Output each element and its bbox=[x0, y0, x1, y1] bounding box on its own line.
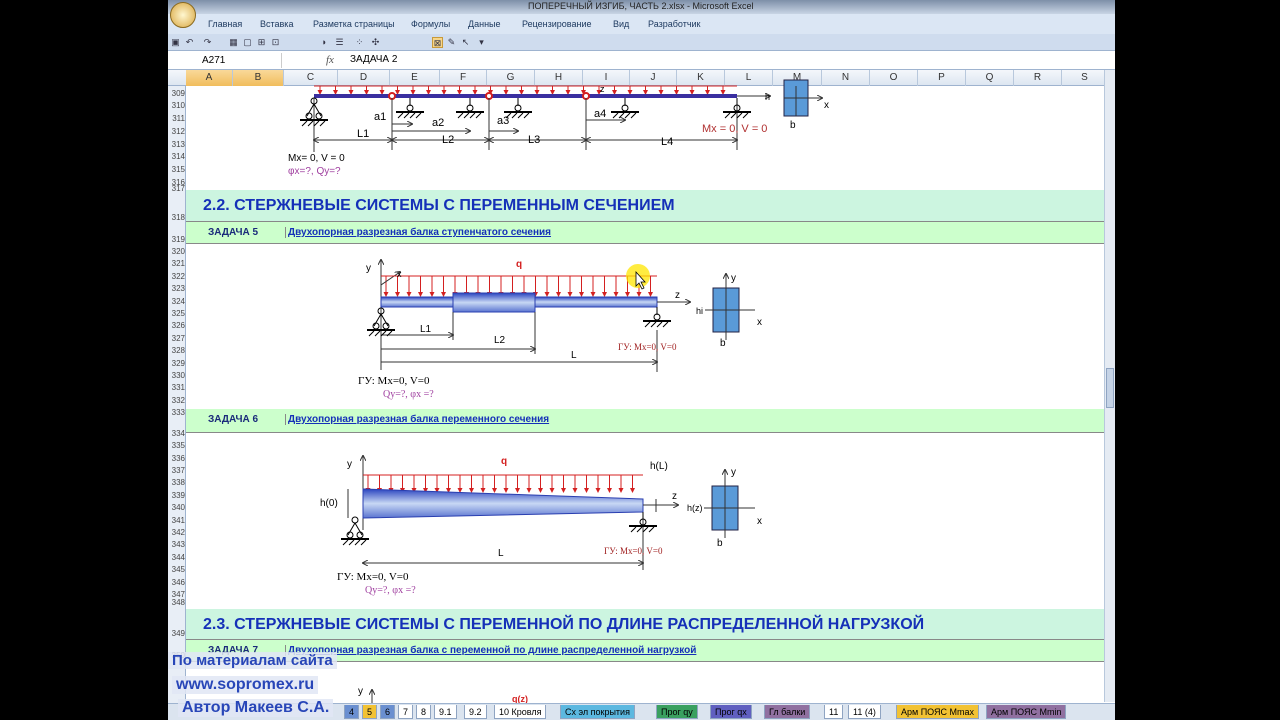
sheet-tab[interactable]: 8 bbox=[416, 705, 432, 719]
label-L: L bbox=[571, 350, 577, 361]
label-hi: hi bbox=[696, 306, 703, 316]
bc-left: ГУ: Mx=0, V=0 bbox=[337, 571, 409, 583]
sheet-tab[interactable]: 6 bbox=[380, 705, 396, 719]
label-x: x bbox=[824, 100, 829, 111]
unknowns: φx=?, Qy=? bbox=[288, 166, 341, 177]
label-L1: L1 bbox=[420, 324, 432, 335]
diagram-stepped-beam: q y x z L1 L2 L ГУ: Mx=0, V=0 ГУ: Mx=0, … bbox=[358, 259, 762, 400]
label-L1: L1 bbox=[357, 128, 369, 140]
label-z: z bbox=[600, 84, 605, 94]
sheet-tab[interactable]: Прог qy bbox=[656, 705, 698, 719]
roller-support bbox=[643, 307, 671, 328]
beam bbox=[314, 94, 737, 98]
bc-left: ГУ: Mx=0, V=0 bbox=[358, 375, 430, 387]
label-hL: h(L) bbox=[650, 461, 668, 472]
label-a2: a2 bbox=[432, 117, 444, 129]
watermark-line: По материалам сайта bbox=[168, 652, 337, 669]
label-y: y bbox=[347, 459, 352, 470]
roller-support bbox=[456, 98, 484, 119]
label-y: y bbox=[366, 263, 371, 274]
watermark-line: www.sopromex.ru bbox=[172, 676, 319, 694]
sheet-tab[interactable]: Гл балки bbox=[764, 705, 811, 719]
tapered-beam bbox=[362, 488, 644, 519]
diagram-continuous-beam: a1 a2 a3 a4 L1 L2 L3 L4 Mx = 0, V = 0 Mx… bbox=[288, 79, 829, 177]
label-h: h bbox=[765, 92, 770, 102]
sheet-tab[interactable]: Прог qx bbox=[710, 705, 752, 719]
label-L3: L3 bbox=[528, 134, 540, 146]
label-L2: L2 bbox=[442, 134, 454, 146]
sheet-tab[interactable]: 7 bbox=[398, 705, 414, 719]
sheet-tab[interactable]: 4 bbox=[344, 705, 360, 719]
sheet-tab[interactable]: Арм ПОЯС Mmax bbox=[896, 705, 979, 719]
sheet-tab[interactable]: 5 bbox=[362, 705, 378, 719]
sheet-tab[interactable]: 11 bbox=[824, 705, 844, 719]
label-L2: L2 bbox=[494, 335, 506, 346]
label-b: b bbox=[717, 538, 723, 549]
label-z: z bbox=[675, 290, 680, 301]
roller-support bbox=[396, 98, 424, 119]
beam-segment bbox=[452, 292, 536, 313]
sheet-tab[interactable]: 11 (4) bbox=[848, 705, 881, 719]
pinned-support bbox=[341, 516, 369, 546]
unknowns: Qy=?, φx =? bbox=[365, 585, 416, 596]
label-x: x bbox=[757, 516, 762, 527]
watermark-line: Автор Макеев С.А. bbox=[178, 699, 334, 717]
label-q: q bbox=[516, 259, 522, 270]
label-y: y bbox=[731, 273, 736, 284]
label-b: b bbox=[790, 120, 796, 131]
vertical-scrollbar[interactable] bbox=[1104, 70, 1115, 702]
bc-right: Mx = 0, V = 0 bbox=[702, 123, 767, 135]
label-y: y bbox=[358, 686, 363, 697]
label-a1: a1 bbox=[374, 111, 386, 123]
roller-support bbox=[611, 98, 639, 119]
label-a4: a4 bbox=[594, 108, 606, 120]
beam-diagrams: a1 a2 a3 a4 L1 L2 L3 L4 Mx = 0, V = 0 Mx… bbox=[288, 79, 829, 705]
excel-window: ПОПЕРЕЧНЫЙ ИЗГИБ, ЧАСТЬ 2.xlsx - Microso… bbox=[168, 0, 1115, 720]
label-q: q bbox=[501, 456, 507, 467]
label-y: y bbox=[731, 467, 736, 478]
sheet-tab[interactable]: 10 Кровля bbox=[494, 705, 547, 719]
sheet-tab[interactable]: Сх эл покрытия bbox=[560, 705, 635, 719]
label-L: L bbox=[498, 548, 504, 559]
bc-right: ГУ: Mx=0, V=0 bbox=[604, 546, 663, 556]
unknowns: Qy=?, φx =? bbox=[383, 389, 434, 400]
sheet-tab[interactable]: 9.2 bbox=[464, 705, 487, 719]
bc-right: ГУ: Mx=0, V=0 bbox=[618, 342, 677, 352]
bc-left: Mx= 0, V = 0 bbox=[288, 153, 345, 164]
label-z: z bbox=[672, 491, 677, 502]
label-L4: L4 bbox=[661, 136, 673, 148]
beam-segment bbox=[380, 296, 454, 308]
sheet-tab[interactable]: Арм ПОЯС Mmin bbox=[986, 705, 1067, 719]
beam-segment bbox=[534, 296, 658, 308]
label-h0: h(0) bbox=[320, 498, 338, 509]
label-hz: h(z) bbox=[687, 503, 703, 513]
label-b: b bbox=[720, 338, 726, 349]
sheet-tab[interactable]: 9.1 bbox=[434, 705, 457, 719]
label-x: x bbox=[397, 269, 402, 279]
scroll-thumb[interactable] bbox=[1106, 368, 1114, 408]
label-x: x bbox=[757, 317, 762, 328]
